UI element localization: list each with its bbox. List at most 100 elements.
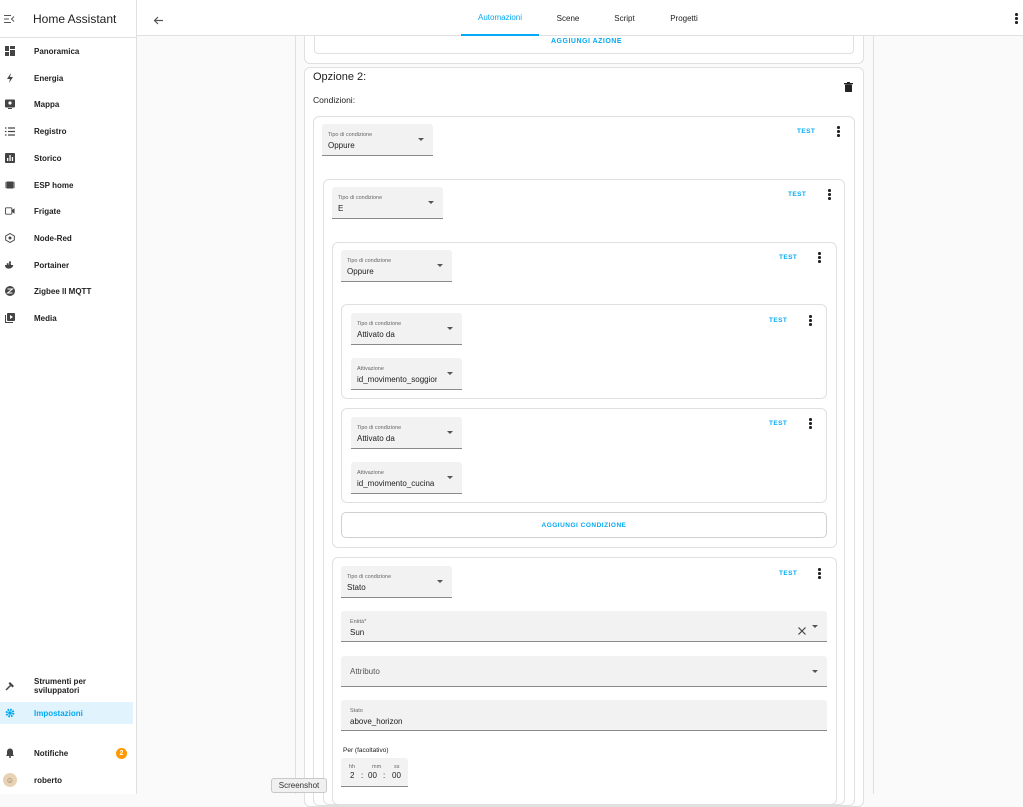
dropdown-arrow-icon bbox=[437, 264, 443, 267]
sidebar-item-label: Notifiche bbox=[34, 748, 69, 758]
sidebar-item-label: Registro bbox=[34, 126, 67, 136]
select-value: id_movimento_soggiorno bbox=[357, 375, 437, 384]
test-button[interactable]: TEST bbox=[788, 191, 806, 198]
sidebar-item-user[interactable]: ☺ roberto bbox=[0, 769, 133, 791]
more-options-icon[interactable] bbox=[818, 568, 822, 580]
sidebar-item-zigbee[interactable]: Zigbee ll MQTT bbox=[0, 280, 133, 302]
tab-scene[interactable]: Scene bbox=[549, 0, 587, 36]
bell-icon bbox=[5, 748, 15, 758]
test-button[interactable]: TEST bbox=[779, 570, 797, 577]
entity-select[interactable]: Entità* Sun bbox=[341, 611, 827, 642]
attribute-select[interactable]: Attributo bbox=[341, 656, 827, 687]
screenshot-label: Screenshot bbox=[271, 778, 327, 793]
delete-icon[interactable] bbox=[844, 79, 853, 97]
app-title: Home Assistant bbox=[33, 11, 117, 26]
test-button[interactable]: TEST bbox=[779, 254, 797, 261]
select-value: Oppure bbox=[328, 141, 355, 150]
seconds-value[interactable]: 00 bbox=[392, 771, 401, 780]
sidebar-item-label: Impostazioni bbox=[34, 708, 83, 718]
esphome-icon bbox=[5, 180, 15, 190]
select-value: Attivato da bbox=[357, 330, 395, 339]
tab-script[interactable]: Script bbox=[607, 0, 642, 36]
dropdown-arrow-icon bbox=[447, 327, 453, 330]
select-placeholder: Attributo bbox=[350, 667, 380, 676]
condition-type-select[interactable]: Tipo di condizione E bbox=[332, 187, 443, 219]
sidebar-item-registro[interactable]: Registro bbox=[0, 120, 133, 142]
condition-type-select[interactable]: Tipo di condizione Oppure bbox=[341, 250, 452, 282]
sidebar-item-label: Strumenti per sviluppatori bbox=[34, 677, 87, 695]
conditions-label: Condizioni: bbox=[313, 95, 356, 105]
dropdown-arrow-icon bbox=[428, 201, 434, 204]
sidebar-item-dev-tools[interactable]: Strumenti per sviluppatori bbox=[0, 675, 133, 697]
condition-type-select[interactable]: Tipo di condizione Stato bbox=[341, 566, 452, 598]
activation-select[interactable]: Attivazione id_movimento_soggiorno bbox=[351, 358, 462, 390]
cctv-icon bbox=[5, 206, 15, 216]
whale-icon bbox=[5, 260, 15, 270]
sidebar-item-mappa[interactable]: Mappa bbox=[0, 93, 133, 115]
more-options-icon[interactable] bbox=[818, 252, 822, 264]
chart-icon bbox=[5, 153, 15, 163]
more-options-icon[interactable] bbox=[837, 126, 841, 138]
sidebar-item-nodered[interactable]: Node-Red bbox=[0, 227, 133, 249]
condition-type-select[interactable]: Tipo di condizione Attivato da bbox=[351, 313, 462, 345]
sidebar-item-energia[interactable]: Energia bbox=[0, 67, 133, 89]
add-condition-button[interactable]: AGGIUNGI CONDIZIONE bbox=[341, 512, 827, 538]
test-button[interactable]: TEST bbox=[769, 420, 787, 427]
lightning-icon bbox=[5, 73, 15, 83]
separator: : bbox=[361, 771, 364, 780]
add-action-button[interactable]: AGGIUNGI AZIONE bbox=[551, 38, 622, 45]
clear-icon[interactable] bbox=[798, 622, 806, 640]
duration-input[interactable]: hh mm ss 2 : 00 : 00 bbox=[341, 758, 408, 787]
back-arrow-icon[interactable] bbox=[153, 12, 163, 30]
sidebar-item-label: ESP home bbox=[34, 180, 74, 190]
dropdown-arrow-icon bbox=[812, 670, 818, 673]
sidebar-item-panoramica[interactable]: Panoramica bbox=[0, 40, 133, 62]
sidebar-item-label: Media bbox=[34, 313, 57, 323]
menu-collapse-icon[interactable] bbox=[4, 14, 22, 23]
condition-type-select[interactable]: Tipo di condizione Attivato da bbox=[351, 417, 462, 449]
sidebar-item-frigate[interactable]: Frigate bbox=[0, 200, 133, 222]
select-value: id_movimento_cucina bbox=[357, 479, 435, 488]
dropdown-arrow-icon bbox=[447, 372, 453, 375]
tab-progetti[interactable]: Progetti bbox=[665, 0, 703, 36]
top-bar: Automazioni Scene Script Progetti bbox=[137, 0, 1023, 36]
more-options-icon[interactable] bbox=[1015, 13, 1019, 25]
sidebar-item-label: Mappa bbox=[34, 99, 60, 109]
sidebar-item-label: Zigbee ll MQTT bbox=[34, 286, 92, 296]
sidebar-item-notifications[interactable]: Notifiche 2 bbox=[0, 742, 133, 764]
sidebar-item-portainer[interactable]: Portainer bbox=[0, 254, 133, 276]
dropdown-arrow-icon bbox=[418, 138, 424, 141]
sidebar-item-media[interactable]: Media bbox=[0, 307, 133, 329]
select-value: Sun bbox=[350, 628, 365, 637]
test-button[interactable]: TEST bbox=[769, 317, 787, 324]
select-value: Stato bbox=[347, 583, 366, 592]
more-options-icon[interactable] bbox=[809, 315, 813, 327]
tab-automazioni[interactable]: Automazioni bbox=[461, 0, 539, 36]
select-value: Oppure bbox=[347, 267, 374, 276]
gear-icon bbox=[5, 708, 15, 718]
option-title: Opzione 2: bbox=[313, 71, 367, 83]
sidebar-item-label: Panoramica bbox=[34, 46, 80, 56]
dropdown-arrow-icon bbox=[812, 625, 818, 628]
more-options-icon[interactable] bbox=[809, 418, 813, 430]
hammer-icon bbox=[5, 681, 15, 691]
sidebar-item-settings[interactable]: Impostazioni bbox=[0, 702, 133, 724]
hours-value[interactable]: 2 bbox=[350, 771, 354, 780]
minutes-value[interactable]: 00 bbox=[368, 771, 377, 780]
map-icon bbox=[5, 99, 15, 109]
more-options-icon[interactable] bbox=[828, 189, 832, 201]
sidebar: Home Assistant Panoramica Energia Mappa … bbox=[0, 0, 137, 794]
sidebar-item-storico[interactable]: Storico bbox=[0, 147, 133, 169]
select-value: E bbox=[338, 204, 344, 213]
notification-count-badge: 2 bbox=[116, 747, 127, 759]
sidebar-item-label: Energia bbox=[34, 73, 64, 83]
state-input[interactable]: Stato above_horizon bbox=[341, 700, 827, 731]
content-gutter-right bbox=[873, 36, 874, 794]
condition-type-select[interactable]: Tipo di condizione Oppure bbox=[322, 124, 433, 156]
activation-select[interactable]: Attivazione id_movimento_cucina bbox=[351, 462, 462, 494]
dropdown-arrow-icon bbox=[437, 580, 443, 583]
test-button[interactable]: TEST bbox=[797, 128, 815, 135]
nodered-icon bbox=[5, 233, 15, 243]
sidebar-item-esphome[interactable]: ESP home bbox=[0, 174, 133, 196]
duration-label: Per (facoltativo) bbox=[343, 747, 389, 754]
